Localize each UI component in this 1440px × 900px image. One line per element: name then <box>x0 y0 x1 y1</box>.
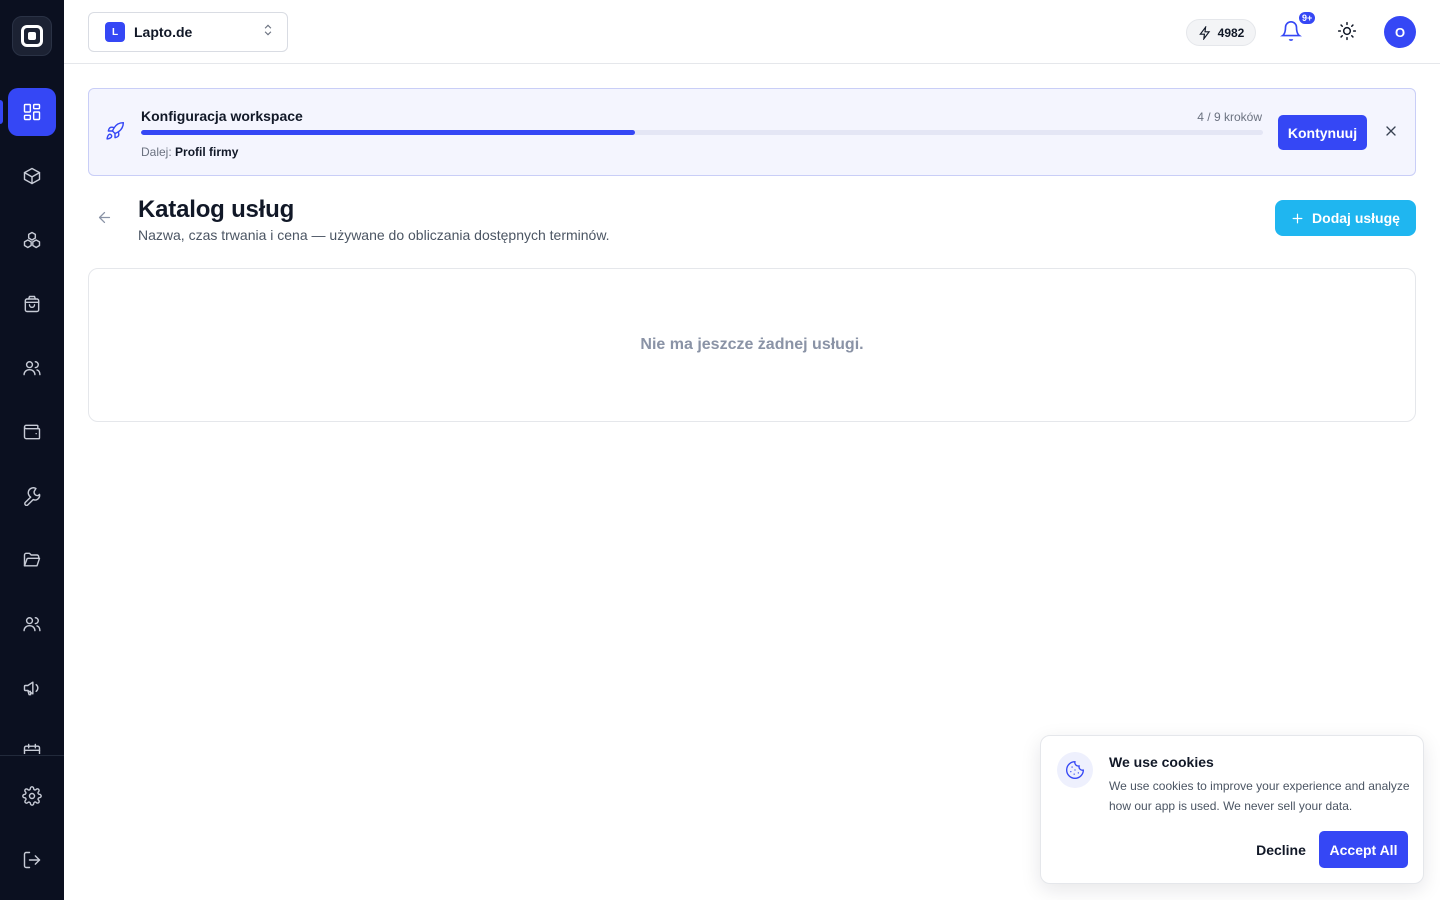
setup-next-value: Profil firmy <box>175 145 239 159</box>
workspace-name: Lapto.de <box>134 24 193 40</box>
user-avatar[interactable]: O <box>1384 16 1416 48</box>
sidebar-item-orders[interactable] <box>8 280 56 328</box>
setup-next-label: Dalej: <box>141 145 172 159</box>
app-logo[interactable] <box>12 16 52 56</box>
workspace-selector[interactable]: L Lapto.de <box>88 12 288 52</box>
setup-progress-bar <box>141 130 1263 135</box>
close-icon <box>1386 126 1396 136</box>
sidebar <box>0 0 64 900</box>
rocket-icon <box>105 121 127 143</box>
sidebar-item-services[interactable] <box>8 472 56 520</box>
plus-icon <box>1292 213 1303 223</box>
wallet-icon <box>23 424 41 440</box>
page-subtitle: Nazwa, czas trwania i cena — używane do … <box>138 227 610 243</box>
add-service-button[interactable]: Dodaj usługę <box>1275 200 1416 236</box>
team-icon <box>23 617 41 632</box>
page-title: Katalog usług <box>138 196 295 223</box>
workspace-setup-banner: Konfiguracja workspace 4 / 9 kroków Dale… <box>88 88 1416 176</box>
cookie-consent: We use cookies We use cookies to improve… <box>1040 735 1424 884</box>
setup-progress-fill <box>141 130 635 135</box>
setup-steps-count: 4 / 9 kroków <box>1197 110 1262 124</box>
sidebar-divider <box>0 755 64 756</box>
settings-icon <box>22 786 42 806</box>
sidebar-item-finance[interactable] <box>8 408 56 456</box>
theme-toggle[interactable] <box>1337 21 1359 43</box>
add-service-label: Dodaj usługę <box>1312 210 1400 226</box>
cookie-icon <box>1057 752 1093 788</box>
chevrons-up-down-icon <box>261 23 275 42</box>
sidebar-item-calendar[interactable] <box>8 728 56 754</box>
megaphone-icon <box>23 681 39 696</box>
decline-cookies-button[interactable]: Decline <box>1243 832 1319 868</box>
sun-icon <box>1337 21 1357 41</box>
sidebar-item-marketing[interactable] <box>8 664 56 712</box>
sidebar-item-dashboard[interactable] <box>8 88 56 136</box>
logout-icon <box>23 851 41 869</box>
back-button[interactable] <box>96 209 114 227</box>
sidebar-item-settings[interactable] <box>8 772 56 820</box>
sidebar-nav <box>0 64 64 754</box>
package-icon <box>23 167 41 185</box>
shopping-bag-icon <box>24 295 40 313</box>
folder-open-icon <box>23 552 41 567</box>
continue-button[interactable]: Kontynuuj <box>1278 115 1367 150</box>
accept-cookies-button[interactable]: Accept All <box>1319 831 1408 868</box>
calendar-icon <box>23 743 41 754</box>
close-setup-button[interactable] <box>1383 123 1399 139</box>
lightning-icon <box>1198 25 1210 40</box>
credits-value: 4982 <box>1217 25 1245 40</box>
cookie-title: We use cookies <box>1109 754 1214 770</box>
notification-count-badge: 9+ <box>1297 10 1318 26</box>
setup-title: Konfiguracja workspace <box>141 108 303 124</box>
top-bar: L Lapto.de 4982 9+ O <box>64 0 1440 64</box>
empty-state-text: Nie ma jeszcze żadnej usługi. <box>640 336 864 353</box>
sidebar-item-files[interactable] <box>8 536 56 584</box>
sidebar-item-team[interactable] <box>8 600 56 648</box>
credits-badge[interactable]: 4982 <box>1186 19 1256 46</box>
boxes-icon <box>23 231 41 249</box>
cookie-text: We use cookies to improve your experienc… <box>1109 779 1410 813</box>
workspace-badge: L <box>105 22 125 42</box>
sidebar-item-products[interactable] <box>8 152 56 200</box>
sidebar-item-logout[interactable] <box>8 836 56 884</box>
setup-next-step: Dalej: Profil firmy <box>141 145 238 159</box>
arrow-left-icon <box>98 211 111 224</box>
wrench-icon <box>24 487 41 506</box>
dashboard-icon <box>23 103 41 121</box>
services-list-empty: Nie ma jeszcze żadnej usługi. <box>88 268 1416 422</box>
users-icon <box>23 361 41 376</box>
sidebar-item-customers[interactable] <box>8 344 56 392</box>
sidebar-item-inventory[interactable] <box>8 216 56 264</box>
